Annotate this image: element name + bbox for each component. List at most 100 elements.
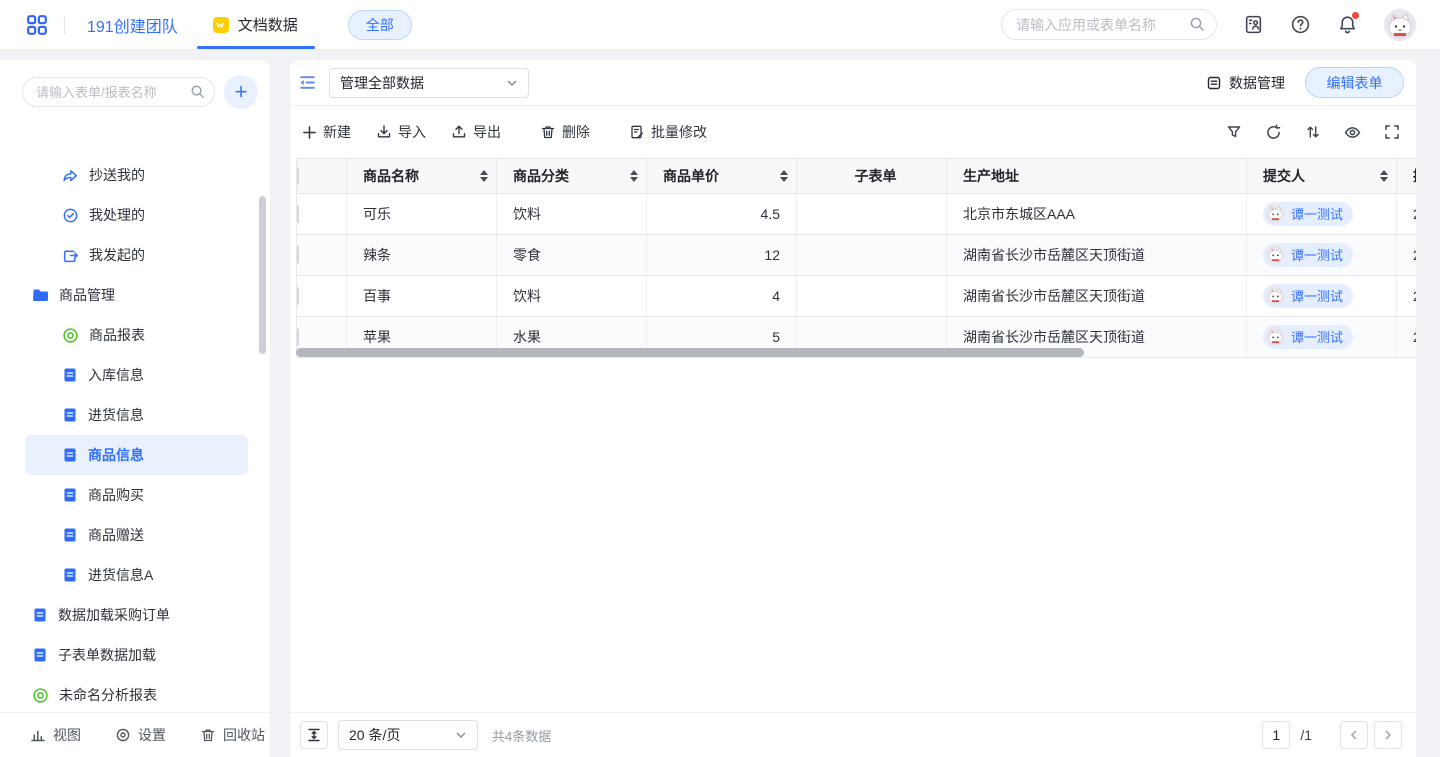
help-icon[interactable]	[1290, 14, 1311, 35]
sidebar-scrollbar[interactable]	[259, 196, 266, 354]
sidebar-item-subform-data-load[interactable]: 子表单数据加载	[0, 635, 270, 675]
sort-carets-icon[interactable]	[1380, 170, 1388, 182]
cell-category: 饮料	[497, 194, 647, 235]
sidebar-item-product-buy[interactable]: 商品购买	[0, 475, 270, 515]
avatar[interactable]	[1384, 9, 1416, 41]
prev-page-button[interactable]	[1340, 721, 1368, 749]
import-button[interactable]: 导入	[376, 122, 426, 142]
form-icon	[32, 607, 48, 623]
contacts-icon[interactable]	[1243, 14, 1264, 35]
row-checkbox[interactable]	[297, 328, 299, 346]
edit-form-button[interactable]: 编辑表单	[1305, 67, 1404, 98]
form-icon	[32, 647, 48, 663]
search-icon[interactable]	[1189, 16, 1205, 32]
sort-icon[interactable]	[1305, 124, 1321, 140]
global-search-input[interactable]	[1001, 9, 1217, 40]
row-checkbox[interactable]	[297, 287, 299, 305]
submitter-name: 谭一测试	[1291, 204, 1343, 223]
sidebar-list: 抄送我的 我处理的 我发起的	[0, 164, 270, 712]
sidebar-item-unnamed-analysis-report[interactable]: 未命名分析报表	[0, 675, 270, 712]
delete-button[interactable]: 删除	[540, 122, 590, 142]
submitter-chip[interactable]: 谭一测试	[1263, 202, 1353, 226]
refresh-icon[interactable]	[1265, 124, 1282, 141]
main-panel: 管理全部数据 数据管理 编辑表单 新建 导入	[290, 60, 1416, 757]
cell-category: 饮料	[497, 276, 647, 317]
bar-chart-icon	[30, 727, 46, 743]
data-scope-select[interactable]: 管理全部数据	[329, 68, 529, 98]
table-header-row: 商品名称 商品分类 商品单价 子表单 生产地址 提交人 提	[297, 159, 1417, 194]
notification-dot	[1351, 11, 1360, 20]
data-table-wrap: 商品名称 商品分类 商品单价 子表单 生产地址 提交人 提 可乐 饮料 4.5 …	[296, 158, 1416, 358]
bell-icon[interactable]	[1337, 14, 1358, 35]
sidebar-item-inbound-info[interactable]: 入库信息	[0, 355, 270, 395]
filter-icon[interactable]	[1226, 124, 1242, 140]
sidebar-item-label: 我发起的	[89, 245, 145, 265]
sidebar-item-cc-to-me[interactable]: 抄送我的	[0, 164, 270, 195]
trash-icon	[200, 727, 216, 743]
sidebar-item-product-gift[interactable]: 商品赠送	[0, 515, 270, 555]
batch-edit-button[interactable]: 批量修改	[629, 122, 707, 142]
sort-carets-icon[interactable]	[780, 170, 788, 182]
col-header-subform: 子表单	[855, 168, 897, 184]
search-icon[interactable]	[190, 84, 205, 99]
fullscreen-icon[interactable]	[1384, 124, 1400, 140]
sidebar-item-label: 我处理的	[89, 205, 145, 225]
sidebar-item-purchase-info-a[interactable]: 进货信息A	[0, 555, 270, 595]
submitter-avatar	[1266, 245, 1285, 264]
apps-grid-icon[interactable]	[26, 14, 48, 36]
tab-doc-data[interactable]: 文档数据	[212, 14, 298, 35]
cc-icon	[62, 167, 79, 184]
next-page-button[interactable]	[1374, 721, 1402, 749]
table-row[interactable]: 百事 饮料 4 湖南省长沙市岳麓区天顶街道 谭一测试 20	[297, 276, 1417, 317]
row-height-button[interactable]	[300, 721, 328, 749]
sidebar-item-label: 商品购买	[88, 485, 144, 505]
footer-recycle-bin-label: 回收站	[223, 725, 265, 745]
submitter-chip[interactable]: 谭一测试	[1263, 243, 1353, 267]
sidebar-item-purchase-info[interactable]: 进货信息	[0, 395, 270, 435]
sidebar-item-handled-by-me[interactable]: 我处理的	[0, 195, 270, 235]
page-size-value: 20 条/页	[349, 725, 400, 745]
footer-recycle-bin[interactable]: 回收站	[200, 725, 265, 745]
check-circle-icon	[62, 207, 79, 224]
form-icon	[62, 447, 78, 463]
data-manage-button[interactable]: 数据管理	[1206, 73, 1285, 93]
col-header-name: 商品名称	[363, 166, 419, 186]
current-page-box[interactable]: 1	[1262, 721, 1290, 749]
main-header: 管理全部数据 数据管理 编辑表单	[290, 60, 1416, 106]
footer-views[interactable]: 视图	[30, 725, 81, 745]
row-checkbox[interactable]	[297, 205, 299, 223]
page-size-select[interactable]: 20 条/页	[338, 720, 478, 750]
add-form-button[interactable]: +	[224, 75, 258, 109]
submitter-chip[interactable]: 谭一测试	[1263, 325, 1353, 349]
footer-settings[interactable]: 设置	[115, 725, 166, 745]
select-all-checkbox[interactable]	[297, 167, 299, 185]
team-name[interactable]: 191创建团队	[87, 13, 178, 37]
sidebar-search-input[interactable]	[22, 77, 215, 107]
table-row[interactable]: 可乐 饮料 4.5 北京市东城区AAA 谭一测试 20	[297, 194, 1417, 235]
sidebar-folder-product-management[interactable]: 商品管理	[0, 275, 270, 315]
export-label: 导出	[473, 122, 501, 142]
sidebar-item-product-info-selected[interactable]: 商品信息	[25, 435, 248, 475]
delete-label: 删除	[562, 122, 590, 142]
sidebar-item-product-report[interactable]: 商品报表	[0, 315, 270, 355]
submitter-chip[interactable]: 谭一测试	[1263, 284, 1353, 308]
eye-icon[interactable]	[1344, 124, 1361, 141]
footer-views-label: 视图	[53, 725, 81, 745]
sidebar-item-label: 商品管理	[59, 285, 115, 305]
sidebar-item-label: 商品信息	[88, 445, 144, 465]
sidebar-item-data-load-purchase-order[interactable]: 数据加载采购订单	[0, 595, 270, 635]
global-search	[1001, 9, 1217, 40]
row-checkbox[interactable]	[297, 246, 299, 264]
total-count: 共4条数据	[492, 726, 551, 745]
sidebar-footer: 视图 设置 回收站	[0, 712, 270, 757]
sort-carets-icon[interactable]	[480, 170, 488, 182]
collapse-icon[interactable]	[298, 73, 317, 92]
table-row[interactable]: 辣条 零食 12 湖南省长沙市岳麓区天顶街道 谭一测试 20	[297, 235, 1417, 276]
export-button[interactable]: 导出	[451, 122, 501, 142]
horizontal-scrollbar[interactable]	[296, 348, 1084, 357]
sort-carets-icon[interactable]	[630, 170, 638, 182]
sidebar-item-initiated-by-me[interactable]: 我发起的	[0, 235, 270, 275]
scope-pill-all[interactable]: 全部	[348, 10, 412, 40]
new-button[interactable]: 新建	[302, 122, 351, 142]
import-label: 导入	[398, 122, 426, 142]
